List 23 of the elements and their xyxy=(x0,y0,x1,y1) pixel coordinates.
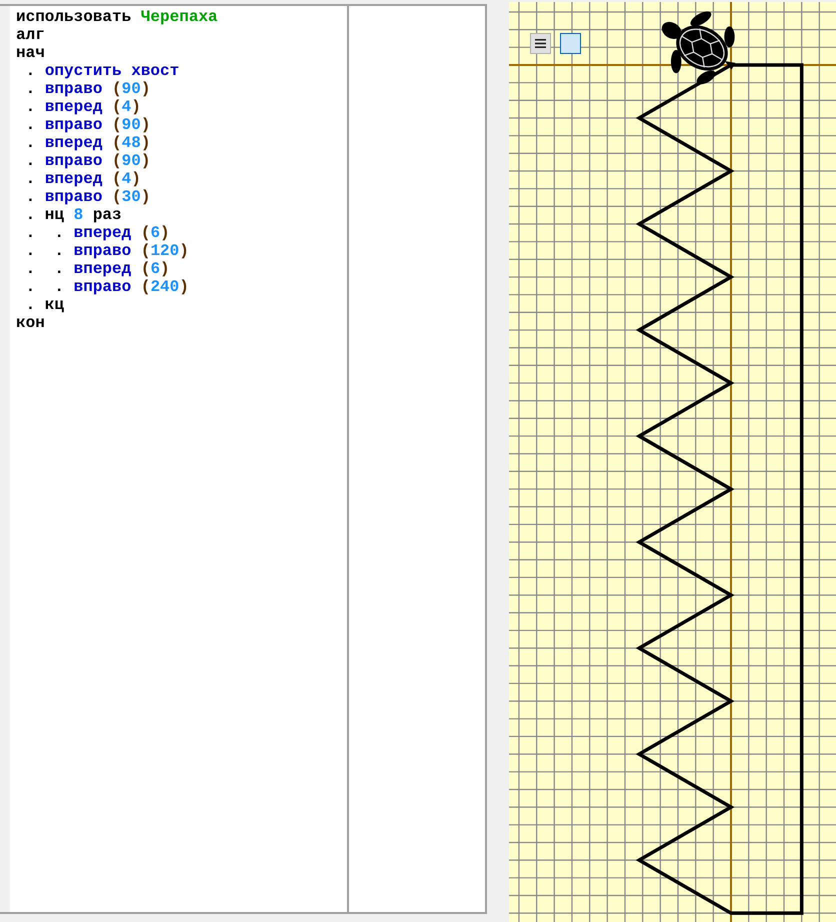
code-line: . . вперед (6) xyxy=(24,224,171,242)
menu-button[interactable] xyxy=(530,33,551,54)
code-line: . кц xyxy=(24,296,66,314)
code-line: . нц 8 раз xyxy=(24,206,123,224)
color-swatch-button[interactable] xyxy=(560,33,581,54)
code-line: . вправо (90) xyxy=(24,152,152,170)
code-line: алг xyxy=(15,26,46,44)
code-line: . опустить хвост xyxy=(24,62,180,80)
code-line: . вправо (30) xyxy=(24,188,152,206)
code-line: кон xyxy=(15,314,46,332)
turtle-icon xyxy=(662,11,736,84)
code-line: . вправо (90) xyxy=(24,116,152,134)
code-line: . . вправо (120) xyxy=(24,242,190,260)
code-line: . вперед (4) xyxy=(24,98,142,116)
code-line: . вправо (90) xyxy=(24,80,152,98)
code-line: нач xyxy=(15,44,46,62)
menu-icon xyxy=(535,39,546,48)
code-line: . . вправо (240) xyxy=(24,278,190,296)
code-line: . вперед (4) xyxy=(24,170,142,188)
code-line: . . вперед (6) xyxy=(24,260,171,278)
code-editor[interactable] xyxy=(0,4,487,914)
code-line: . вперед (48) xyxy=(24,134,152,152)
code-line: использовать Черепаха xyxy=(15,8,219,26)
